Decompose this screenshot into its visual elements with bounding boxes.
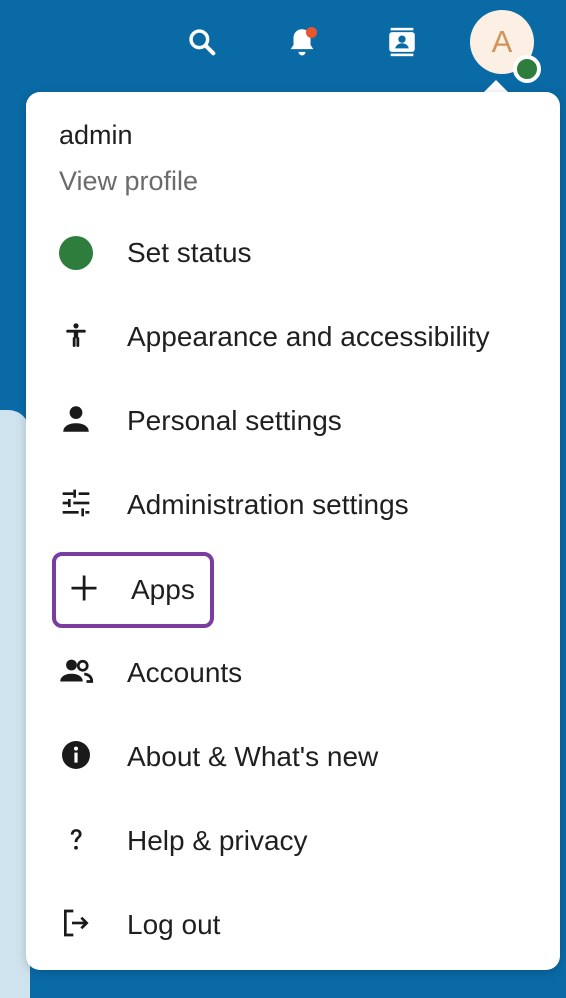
menu-item-administration-settings[interactable]: Administration settings bbox=[44, 470, 544, 540]
avatar-initial: A bbox=[491, 24, 513, 59]
plus-icon bbox=[69, 573, 99, 608]
online-status-indicator bbox=[513, 55, 541, 83]
person-icon bbox=[59, 402, 93, 441]
sliders-icon bbox=[60, 487, 92, 524]
contacts-icon bbox=[385, 25, 419, 59]
menu-item-label: Help & privacy bbox=[127, 825, 308, 856]
people-icon bbox=[58, 653, 94, 694]
menu-item-label: Apps bbox=[131, 574, 195, 605]
search-icon bbox=[186, 26, 218, 58]
menu-item-label: Personal settings bbox=[127, 405, 342, 436]
menu-item-label: Administration settings bbox=[127, 489, 409, 520]
logout-icon bbox=[60, 907, 92, 944]
profile-name: admin bbox=[59, 120, 133, 150]
menu-item-label: About & What's new bbox=[127, 741, 379, 772]
menu-item-about[interactable]: About & What's new bbox=[44, 722, 544, 792]
info-icon bbox=[60, 739, 92, 776]
menu-item-log-out[interactable]: Log out bbox=[44, 890, 544, 960]
user-menu: admin View profile Set status Appearance… bbox=[26, 92, 560, 970]
menu-item-label: Appearance and accessibility bbox=[127, 321, 490, 352]
notification-badge bbox=[306, 27, 317, 38]
menu-item-accounts[interactable]: Accounts bbox=[44, 638, 544, 708]
contacts-button[interactable] bbox=[376, 16, 428, 68]
menu-item-appearance[interactable]: Appearance and accessibility bbox=[44, 302, 544, 372]
status-dot-icon bbox=[59, 236, 93, 270]
accessibility-icon bbox=[63, 322, 89, 353]
search-button[interactable] bbox=[176, 16, 228, 68]
notifications-button[interactable] bbox=[276, 16, 328, 68]
menu-item-help-privacy[interactable]: Help & privacy bbox=[44, 806, 544, 876]
view-profile-link[interactable]: View profile bbox=[59, 166, 198, 197]
menu-item-apps[interactable]: Apps bbox=[52, 552, 214, 628]
menu-item-label: Set status bbox=[127, 237, 252, 268]
menu-item-personal-settings[interactable]: Personal settings bbox=[44, 386, 544, 456]
menu-item-label: Accounts bbox=[127, 657, 243, 688]
menu-item-set-status[interactable]: Set status bbox=[44, 218, 544, 288]
question-icon bbox=[62, 823, 90, 860]
menu-item-label: Log out bbox=[127, 909, 221, 940]
